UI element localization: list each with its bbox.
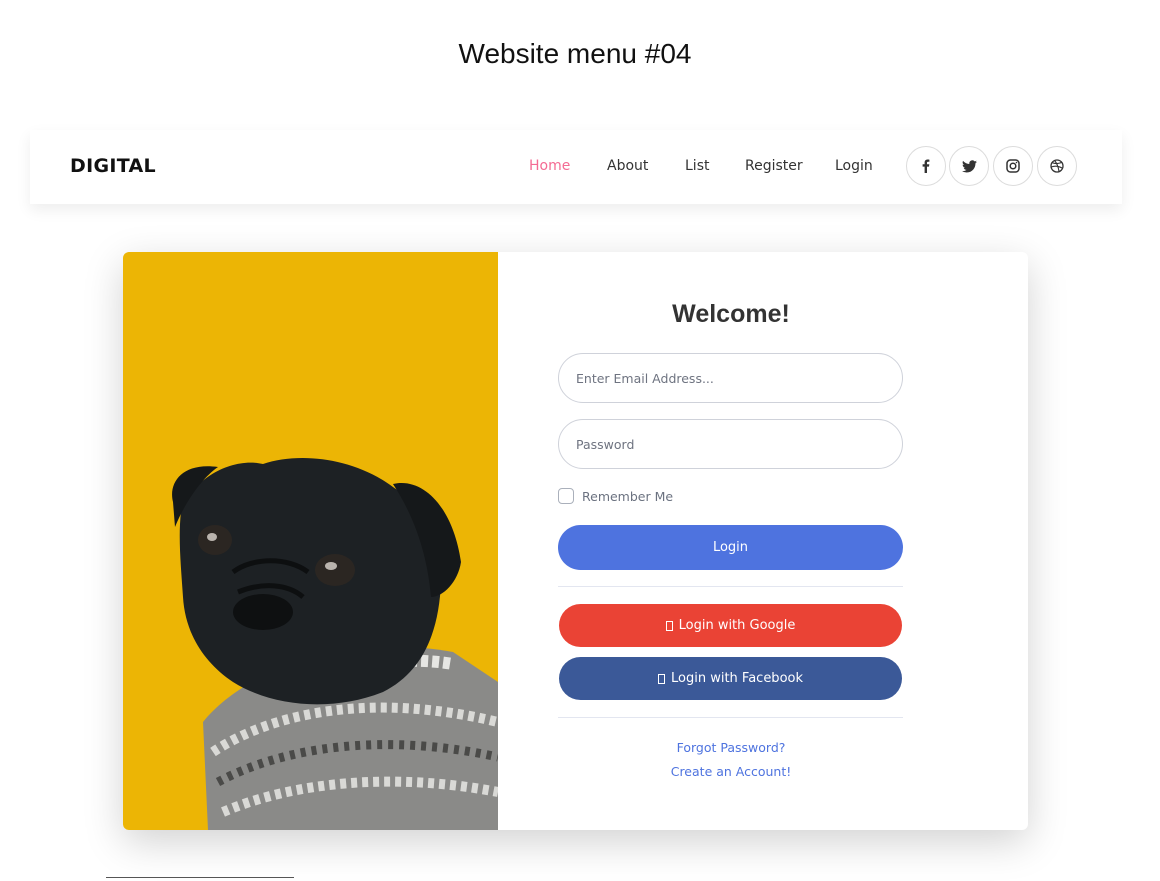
password-input[interactable] — [558, 419, 903, 469]
divider — [558, 717, 903, 718]
login-form: Welcome! Remember Me Login Login with Go… — [498, 252, 1028, 830]
brand-logo[interactable]: DIGITAL — [70, 155, 156, 177]
bottom-divider — [106, 877, 294, 878]
nav-link-list[interactable]: List — [685, 158, 709, 174]
divider — [558, 586, 903, 587]
pug-illustration — [172, 457, 500, 830]
google-icon — [665, 620, 673, 631]
page-title: Website menu #04 — [458, 38, 692, 69]
dribbble-icon — [1050, 159, 1064, 173]
remember-me: Remember Me — [558, 488, 673, 504]
forgot-password-link[interactable]: Forgot Password? — [498, 740, 964, 755]
nav-link-home[interactable]: Home — [529, 158, 570, 174]
google-login-button[interactable]: Login with Google — [559, 604, 902, 647]
nav-link-login[interactable]: Login — [835, 158, 873, 174]
instagram-social-button[interactable] — [993, 146, 1033, 186]
facebook-social-button[interactable] — [906, 146, 946, 186]
login-button[interactable]: Login — [558, 525, 903, 570]
welcome-heading: Welcome! — [672, 300, 790, 328]
google-login-label: Login with Google — [678, 618, 796, 633]
twitter-icon — [961, 159, 977, 172]
instagram-icon — [1006, 159, 1020, 173]
remember-me-checkbox[interactable] — [558, 488, 574, 504]
pug-image — [123, 252, 500, 830]
twitter-social-button[interactable] — [949, 146, 989, 186]
navbar: DIGITAL Home About List Register Login — [30, 130, 1122, 204]
nav-link-about[interactable]: About — [607, 158, 648, 174]
facebook-login-label: Login with Facebook — [671, 671, 803, 686]
remember-me-label[interactable]: Remember Me — [582, 489, 673, 504]
dribbble-social-button[interactable] — [1037, 146, 1077, 186]
facebook-icon — [922, 159, 930, 173]
email-input[interactable] — [558, 353, 903, 403]
nav-link-register[interactable]: Register — [745, 158, 803, 174]
facebook-login-button[interactable]: Login with Facebook — [559, 657, 902, 700]
create-account-link[interactable]: Create an Account! — [498, 764, 964, 779]
facebook-icon — [658, 673, 665, 684]
login-card: Welcome! Remember Me Login Login with Go… — [123, 252, 1028, 830]
